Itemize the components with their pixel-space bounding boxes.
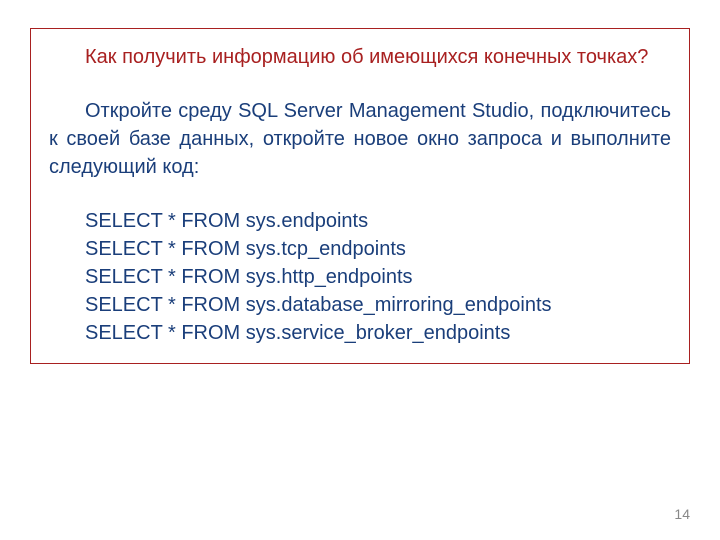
code-line: SELECT * FROM sys.service_broker_endpoin… [85, 319, 671, 347]
page-number: 14 [674, 506, 690, 522]
question-text: Как получить информацию об имеющихся кон… [49, 43, 671, 71]
instruction-text: Откройте среду SQL Server Management Stu… [49, 97, 671, 181]
code-line: SELECT * FROM sys.endpoints [85, 207, 671, 235]
content-box: Как получить информацию об имеющихся кон… [30, 28, 690, 364]
code-line: SELECT * FROM sys.database_mirroring_end… [85, 291, 671, 319]
code-line: SELECT * FROM sys.http_endpoints [85, 263, 671, 291]
code-line: SELECT * FROM sys.tcp_endpoints [85, 235, 671, 263]
code-block: SELECT * FROM sys.endpoints SELECT * FRO… [49, 207, 671, 347]
